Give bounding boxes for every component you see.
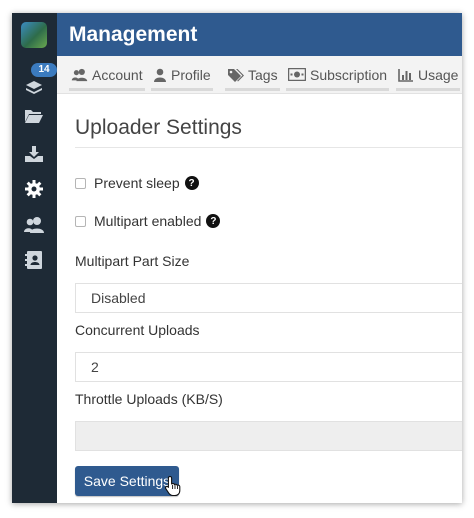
app-logo[interactable] [21, 22, 47, 48]
tab-tags[interactable]: Tags [225, 61, 280, 91]
tags-icon [228, 68, 244, 82]
folder-icon[interactable] [22, 105, 46, 127]
concurrent-uploads-label: Concurrent Uploads [75, 322, 200, 338]
tab-account[interactable]: Account [69, 61, 145, 91]
multipart-enabled-row: Multipart enabled ? [75, 213, 221, 229]
help-icon[interactable]: ? [206, 214, 221, 228]
concurrent-uploads-input[interactable]: 2 [75, 352, 462, 382]
tab-label: Tags [248, 66, 278, 83]
users-icon[interactable] [22, 214, 46, 236]
throttle-uploads-label: Throttle Uploads (KB/S) [75, 391, 223, 407]
multipart-enabled-checkbox[interactable] [75, 215, 86, 227]
throttle-uploads-input[interactable] [75, 421, 462, 451]
prevent-sleep-checkbox[interactable] [75, 177, 86, 189]
help-icon[interactable]: ? [184, 176, 199, 190]
tab-profile[interactable]: Profile [151, 61, 213, 91]
page-heading: Management [69, 23, 198, 46]
multipart-part-size-label: Multipart Part Size [75, 253, 190, 269]
uploads-icon[interactable] [22, 77, 46, 99]
multipart-part-size-select[interactable]: Disabled [75, 283, 462, 313]
hand-cursor-icon [164, 475, 181, 497]
tab-label: Account [92, 66, 143, 83]
sidebar: 14 [12, 13, 57, 503]
gear-icon[interactable] [22, 178, 46, 200]
users-icon [71, 68, 88, 81]
app-window: 14 Management Account Profile Tags Subsc… [12, 13, 462, 503]
uploads-count-badge: 14 [31, 63, 57, 77]
settings-panel: Uploader Settings Prevent sleep ? Multip… [57, 94, 462, 503]
download-icon[interactable] [22, 143, 46, 165]
page-title: Uploader Settings [75, 116, 242, 139]
header: Management [57, 13, 462, 56]
bar-chart-icon [398, 68, 413, 82]
divider [75, 147, 462, 148]
prevent-sleep-label: Prevent sleep [94, 175, 180, 191]
tab-usage[interactable]: Usage [396, 61, 461, 91]
contacts-icon[interactable] [22, 249, 46, 271]
tab-label: Usage [418, 66, 459, 83]
money-icon [288, 68, 306, 81]
tab-subscription[interactable]: Subscription [286, 61, 390, 91]
tab-label: Subscription [310, 66, 388, 83]
tab-label: Profile [171, 66, 211, 83]
multipart-enabled-label: Multipart enabled [94, 213, 202, 229]
prevent-sleep-row: Prevent sleep ? [75, 175, 199, 191]
user-icon [154, 68, 166, 82]
tab-bar: Account Profile Tags Subscription Usage [57, 56, 462, 94]
